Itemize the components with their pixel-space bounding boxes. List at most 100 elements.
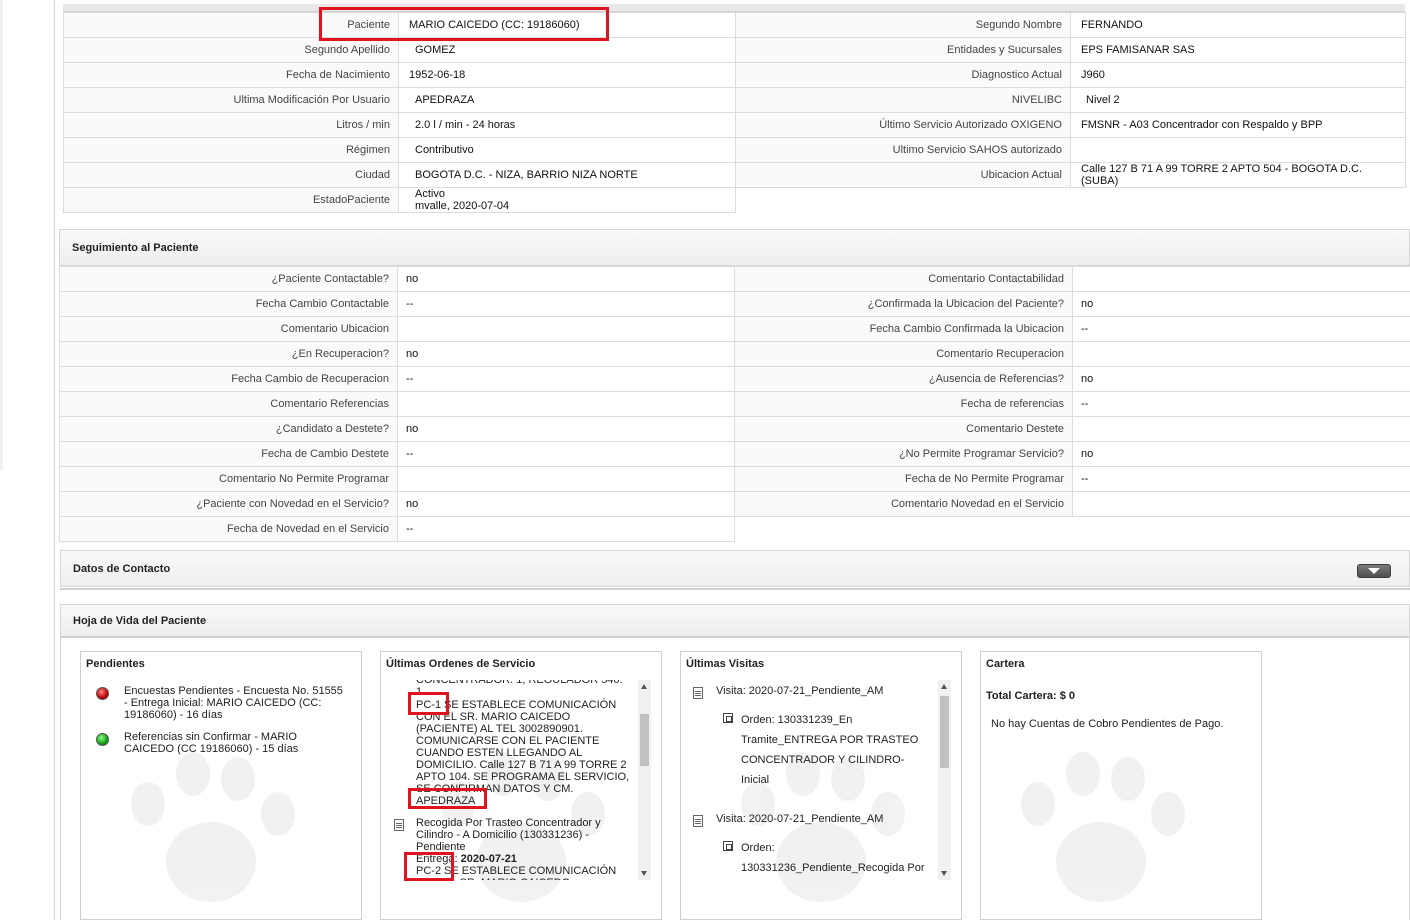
paw-watermark: [121, 752, 301, 912]
document-icon: [693, 815, 703, 827]
ordenes-scroll-area[interactable]: CONCENTRADOR. 1, REGULADOR 540. 1 PC-1 S…: [386, 680, 636, 880]
pendiente-item-referencias[interactable]: Referencias sin Confirmar - MARIO CAICED…: [124, 731, 349, 755]
visita-orden-1[interactable]: Orden: 130331239_En Tramite_ENTREGA POR …: [741, 710, 926, 790]
field-value: no: [1072, 366, 1410, 392]
pendiente-item-encuestas[interactable]: Encuestas Pendientes - Encuesta No. 5155…: [124, 685, 349, 721]
info-row: EstadoPaciente Activo mvalle, 2020-07-04: [63, 187, 1406, 213]
field-label: Fecha de No Permite Programar: [734, 466, 1073, 492]
field-value: --: [397, 516, 735, 542]
field-value: --: [397, 366, 735, 392]
field-value: no: [397, 341, 735, 367]
field-label: Comentario Novedad en el Servicio: [734, 491, 1073, 517]
field-value: [1072, 341, 1410, 367]
field-label: ¿Candidato a Destete?: [59, 416, 398, 442]
field-label: Último Servicio Autorizado OXIGENO: [735, 112, 1071, 138]
visita-item-1[interactable]: Visita: 2020-07-21_Pendiente_AM: [716, 685, 883, 697]
scroll-down-icon[interactable]: [641, 871, 647, 876]
field-label: ¿Paciente Contactable?: [59, 266, 398, 292]
patient-info-table: Paciente MARIO CAICEDO (CC: 19186060) Segu…: [63, 12, 1406, 213]
pendientes-title: Pendientes: [86, 658, 145, 670]
field-label: ¿Confirmada la Ubicacion del Paciente?: [734, 291, 1073, 317]
field-label: Ultimo Servicio SAHOS autorizado: [735, 137, 1071, 163]
field-label: Ciudad: [63, 162, 399, 188]
empty-cell: [1071, 188, 1406, 213]
ordenes-scrollbar[interactable]: [638, 680, 651, 880]
ordenes-comment-2: SE ESTABLECE COMUNICACIÓN CON EL SR. MAR…: [416, 865, 617, 880]
field-value: GOMEZ: [398, 37, 736, 63]
visita-orden-2[interactable]: Orden: 130331236_Pendiente_Recogida Por: [741, 838, 931, 878]
entrega-label: Entrega:: [416, 853, 458, 865]
field-label: Fecha de Novedad en el Servicio: [59, 516, 398, 542]
field-label: Comentario Ubicacion: [59, 316, 398, 342]
status-red-icon: [96, 687, 109, 700]
field-value: 2.0 l / min - 24 horas: [398, 112, 736, 138]
cartera-panel: Cartera Total Cartera: $ 0 No hay Cuenta…: [980, 651, 1262, 920]
ordenes-partial-text: CONCENTRADOR. 1, REGULADOR 540. 1: [416, 680, 623, 698]
info-row: Ultima Modificación Por Usuario APEDRAZA N…: [63, 87, 1406, 113]
field-value: FERNANDO: [1070, 12, 1406, 38]
estado-line-2: mvalle, 2020-07-04: [415, 200, 510, 212]
seguimiento-row: Fecha de Cambio Destete -- ¿No Permite Pro…: [59, 441, 1410, 467]
seguimiento-row: Comentario Ubicacion Fecha Cambio Confirm…: [59, 316, 1410, 342]
field-label: Comentario Destete: [734, 416, 1073, 442]
field-label: Segundo Apellido: [63, 37, 399, 63]
cartera-total: Total Cartera: $ 0: [986, 690, 1076, 702]
visitas-title: Últimas Visitas: [686, 658, 765, 670]
scroll-down-icon[interactable]: [941, 871, 947, 876]
field-value: Contributivo: [398, 137, 736, 163]
seguimiento-row: Comentario No Permite Programar Fecha de …: [59, 466, 1410, 492]
field-value: --: [1072, 391, 1410, 417]
field-value: FMSNR - A03 Concentrador con Respaldo y …: [1070, 112, 1406, 138]
field-label: NIVELIBC: [735, 87, 1071, 113]
field-label: Diagnostico Actual: [735, 62, 1071, 88]
info-row: Régimen Contributivo Ultimo Servicio SAHOS…: [63, 137, 1406, 163]
empty-cell: [735, 517, 1073, 542]
hoja-vida-header: Hoja de Vida del Paciente: [60, 604, 1410, 638]
datos-contacto-header[interactable]: Datos de Contacto: [60, 550, 1410, 587]
scroll-up-icon[interactable]: [941, 684, 947, 689]
field-value: J960: [1070, 62, 1406, 88]
field-label: Fecha Cambio Contactable: [59, 291, 398, 317]
field-label: ¿Ausencia de Referencias?: [734, 366, 1073, 392]
hoja-vida-title: Hoja de Vida del Paciente: [73, 615, 207, 627]
field-value: no: [1072, 441, 1410, 467]
field-label: Paciente: [63, 12, 399, 38]
field-value: [1072, 491, 1410, 517]
field-value: Nivel 2: [1070, 87, 1406, 113]
field-value: [1070, 137, 1406, 163]
field-value: EPS FAMISANAR SAS: [1070, 37, 1406, 63]
field-label: Comentario Recuperacion: [734, 341, 1073, 367]
seguimiento-header: Seguimiento al Paciente: [59, 229, 1410, 266]
visitas-scroll-area[interactable]: Visita: 2020-07-21_Pendiente_AM Orden: 1…: [686, 680, 936, 880]
pendientes-panel: Pendientes Encuestas Pendientes - Encues…: [80, 651, 362, 920]
scroll-up-icon[interactable]: [641, 684, 647, 689]
seguimiento-row: Fecha Cambio Contactable -- ¿Confirmada la…: [59, 291, 1410, 317]
seguimiento-row: Comentario Referencias Fecha de referenci…: [59, 391, 1410, 417]
datos-contacto-toggle-button[interactable]: [1357, 564, 1391, 578]
field-label: Fecha Cambio de Recuperacion: [59, 366, 398, 392]
field-value: [397, 391, 735, 417]
estado-line-1: Activo: [415, 188, 445, 201]
seguimiento-row: ¿Paciente Contactable? no Comentario Conta…: [59, 266, 1410, 292]
field-value: APEDRAZA: [398, 87, 736, 113]
cartera-title: Cartera: [986, 658, 1025, 670]
field-value: --: [397, 441, 735, 467]
field-label: ¿En Recuperacion?: [59, 341, 398, 367]
info-row: Fecha de Nacimiento 1952-06-18 Diagnostico…: [63, 62, 1406, 88]
field-value: --: [397, 291, 735, 317]
field-label: Segundo Nombre: [735, 12, 1071, 38]
field-value: [1072, 416, 1410, 442]
chevron-down-icon: [1368, 568, 1380, 574]
info-row: Segundo Apellido GOMEZ Entidades y Sucursa…: [63, 37, 1406, 63]
visitas-panel: Últimas Visitas Visita: 2020-07-21_Pendi…: [680, 651, 962, 920]
info-top-bar: [63, 4, 1405, 12]
visitas-scrollbar[interactable]: [938, 680, 951, 880]
entrega-date: 2020-07-21: [460, 853, 517, 865]
scroll-thumb[interactable]: [940, 696, 949, 768]
visita-item-2[interactable]: Visita: 2020-07-21_Pendiente_AM: [716, 813, 883, 825]
section-divider: [60, 588, 1410, 590]
field-label: Entidades y Sucursales: [735, 37, 1071, 63]
scroll-thumb[interactable]: [640, 714, 649, 766]
ordenes-order-2-title[interactable]: Recogida Por Trasteo Concentrador y Cili…: [416, 817, 611, 853]
info-row: Ciudad BOGOTA D.C. - NIZA, BARRIO NIZA NO…: [63, 162, 1406, 188]
